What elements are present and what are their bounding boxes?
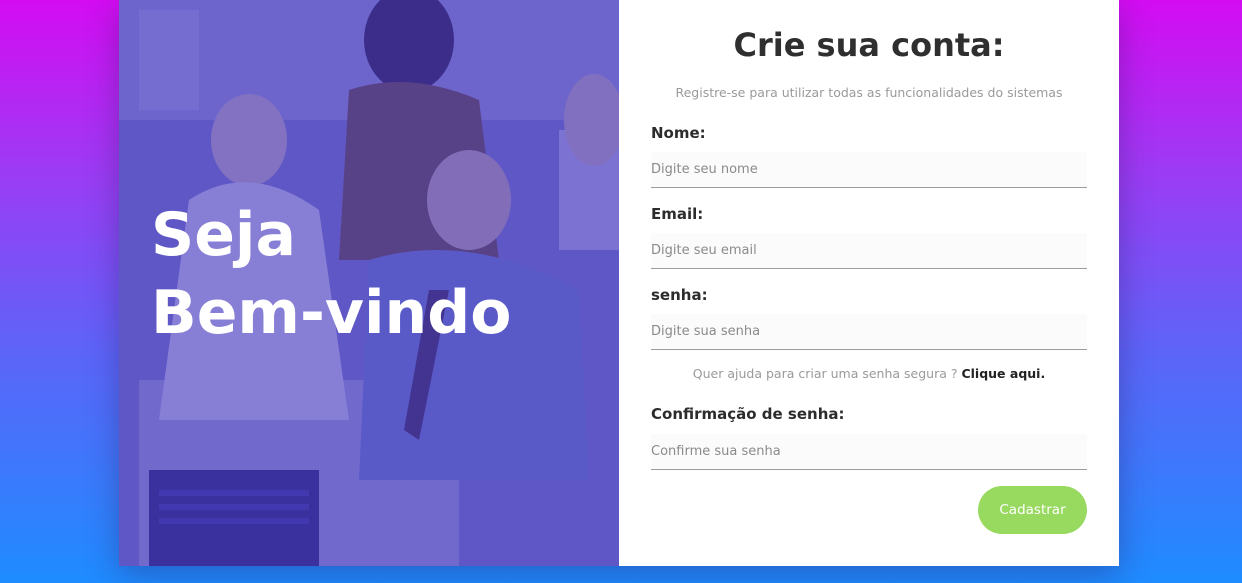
welcome-line-2: Bem-vindo xyxy=(151,278,512,348)
signup-card: Seja Bem-vindo Crie sua conta: Registre-… xyxy=(119,0,1119,566)
register-button[interactable]: Cadastrar xyxy=(978,486,1087,534)
form-title: Crie sua conta: xyxy=(733,26,1005,64)
signup-form: Crie sua conta: Registre-se para utiliza… xyxy=(619,0,1119,566)
welcome-heading: Seja Bem-vindo xyxy=(151,196,611,352)
password-help-text: Quer ajuda para criar uma senha segura ? xyxy=(692,366,958,381)
form-subtitle: Registre-se para utilizar todas as funci… xyxy=(675,85,1063,100)
name-label: Nome: xyxy=(651,124,706,142)
password-help: Quer ajuda para criar uma senha segura ?… xyxy=(619,366,1119,381)
confirm-password-label: Confirmação de senha: xyxy=(651,405,845,423)
welcome-line-1: Seja xyxy=(151,200,296,270)
password-field[interactable] xyxy=(651,314,1087,350)
password-help-link[interactable]: Clique aqui. xyxy=(961,366,1045,381)
hero-panel: Seja Bem-vindo xyxy=(119,0,619,566)
name-field[interactable] xyxy=(651,152,1087,188)
email-field[interactable] xyxy=(651,233,1087,269)
confirm-password-field[interactable] xyxy=(651,434,1087,470)
password-label: senha: xyxy=(651,286,708,304)
email-label: Email: xyxy=(651,205,704,223)
